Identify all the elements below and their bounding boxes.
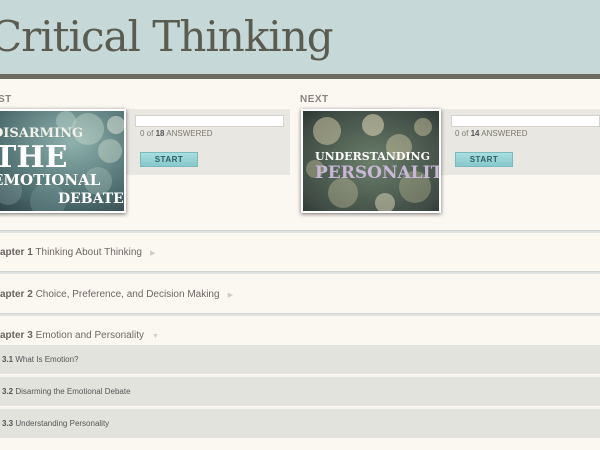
lesson-title: Understanding Personality	[13, 419, 110, 428]
thumb-line-4: DEBATE	[58, 191, 124, 207]
chapter-1-title: Thinking About Thinking	[32, 247, 142, 258]
thumb-line-2: THE	[0, 140, 68, 175]
lesson-title: What Is Emotion?	[13, 355, 79, 364]
lesson-row[interactable]: 3.1 What Is Emotion?	[0, 345, 600, 374]
lesson-number: 3.2	[2, 387, 14, 396]
last-lesson-thumbnail[interactable]: DISARMING THE EMOTIONAL DEBATE	[0, 109, 126, 213]
last-lesson-label: ST	[0, 94, 12, 105]
thumb-line-1: UNDERSTANDING	[315, 150, 430, 163]
chapter-divider	[0, 313, 600, 316]
thumb-line-3: EMOTIONAL	[0, 171, 101, 189]
chevron-right-icon: ▶	[227, 292, 233, 299]
next-lesson-progress-bar	[451, 115, 600, 127]
next-lesson-label: NEXT	[300, 94, 329, 105]
next-lesson-answered: 0 of 14 ANSWERED	[455, 129, 528, 138]
lesson-title: Disarming the Emotional Debate	[13, 387, 131, 396]
thumb-line-1: DISARMING	[0, 126, 83, 141]
lesson-number: 3.3	[2, 419, 14, 428]
lesson-number: 3.1	[2, 355, 14, 364]
course-title: Critical Thinking	[0, 12, 334, 61]
chevron-down-icon: ▼	[151, 333, 159, 340]
chapter-1-row[interactable]: apter 1 Thinking About Thinking ▶	[0, 235, 600, 271]
next-lesson-start-button[interactable]: START	[455, 152, 513, 167]
course-header: Critical Thinking	[0, 0, 600, 79]
lesson-row[interactable]: 3.2 Disarming the Emotional Debate	[0, 377, 600, 406]
lesson-row[interactable]: 3.3 Understanding Personality	[0, 409, 600, 438]
next-lesson-thumbnail[interactable]: UNDERSTANDING PERSONALITY	[301, 109, 441, 213]
chapter-2-title: Choice, Preference, and Decision Making	[32, 289, 220, 300]
chapter-1-number: apter 1	[0, 247, 33, 258]
chapter-divider	[0, 271, 600, 274]
chevron-right-icon: ▶	[149, 250, 156, 257]
chapter-2-row[interactable]: apter 2 Choice, Preference, and Decision…	[0, 277, 600, 313]
last-lesson-progress-bar	[135, 115, 284, 127]
chapter-2-number: apter 2	[0, 289, 33, 300]
header-divider	[0, 74, 600, 79]
last-lesson-answered: 0 of 18 ANSWERED	[140, 129, 213, 138]
last-lesson-start-button[interactable]: START	[140, 152, 198, 167]
thumb-line-2: PERSONALITY	[315, 163, 441, 183]
chapter-3-number: apter 3	[0, 330, 33, 341]
section-divider	[0, 230, 600, 233]
chapter-3-title: Emotion and Personality	[32, 330, 144, 341]
